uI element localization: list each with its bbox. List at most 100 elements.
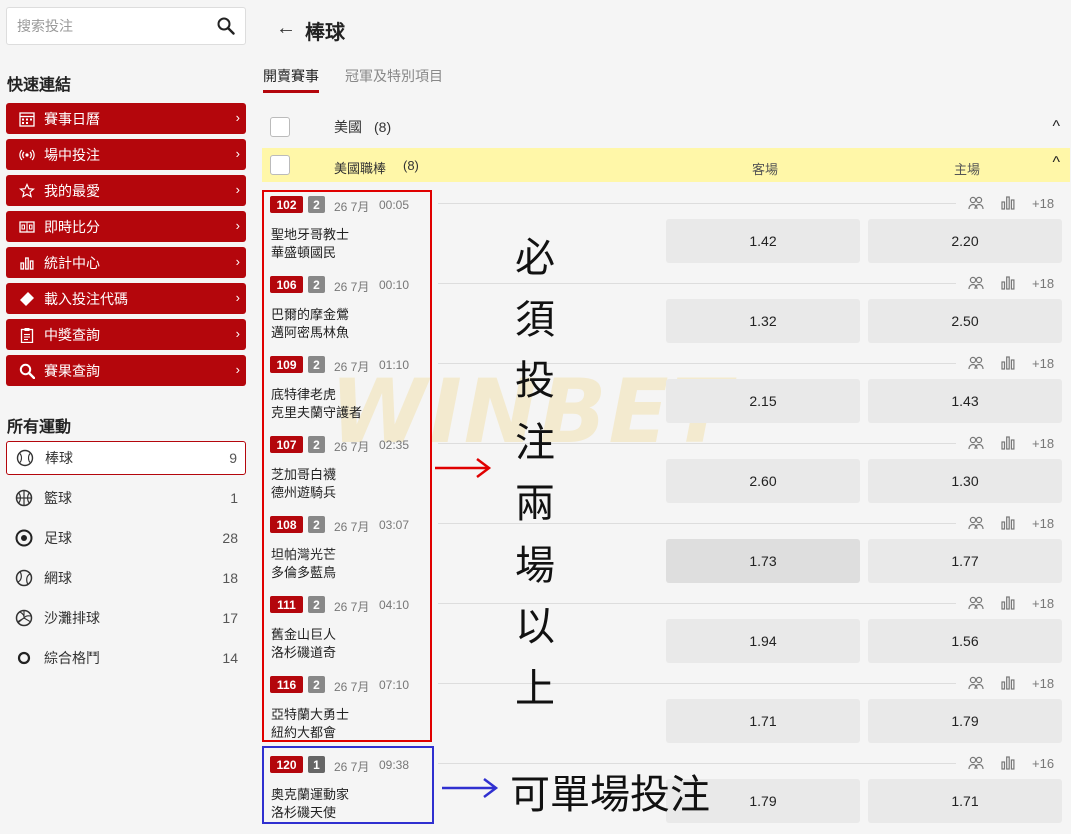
more-markets-link[interactable]: +18 — [1032, 196, 1054, 211]
home-odds-button[interactable]: 1.77 — [868, 539, 1062, 583]
scoreboard-icon — [18, 218, 36, 236]
stats-icon[interactable] — [1001, 516, 1015, 530]
stats-icon[interactable] — [1001, 196, 1015, 210]
baseball-icon — [15, 448, 35, 468]
league-checkbox[interactable] — [270, 155, 290, 175]
quick-link-prize-check[interactable]: 中獎查詢 › — [6, 319, 246, 350]
home-odds-button[interactable]: 2.20 — [868, 219, 1062, 263]
home-odds-button[interactable]: 1.30 — [868, 459, 1062, 503]
sport-item-soccer[interactable]: 足球 28 — [6, 521, 246, 555]
stats-icon[interactable] — [1001, 356, 1015, 370]
quick-link-betcode[interactable]: 載入投注代碼 › — [6, 283, 246, 314]
lineup-icon[interactable] — [968, 276, 984, 290]
lineup-icon[interactable] — [968, 356, 984, 370]
region-row[interactable]: 美國 (8) ^ — [262, 110, 1070, 144]
region-checkbox[interactable] — [270, 117, 290, 137]
away-odds-button[interactable]: 2.15 — [666, 379, 860, 423]
single-bet-note: 可單場投注 — [510, 772, 710, 818]
sport-count: 28 — [222, 530, 238, 546]
sport-label: 沙灘排球 — [44, 610, 100, 626]
home-odds-button[interactable]: 1.79 — [868, 699, 1062, 743]
home-odds-button[interactable]: 1.43 — [868, 379, 1062, 423]
away-odds-button[interactable]: 1.71 — [666, 699, 860, 743]
more-markets-link[interactable]: +16 — [1032, 756, 1054, 771]
more-markets-link[interactable]: +18 — [1032, 676, 1054, 691]
lineup-icon[interactable] — [968, 436, 984, 450]
clipboard-icon — [18, 326, 36, 344]
chevron-up-icon[interactable]: ^ — [1052, 118, 1060, 136]
search-bar[interactable] — [6, 7, 246, 45]
sport-label: 棒球 — [45, 450, 73, 466]
more-markets-link[interactable]: +18 — [1032, 596, 1054, 611]
chevron-right-icon: › — [235, 218, 240, 233]
search-input[interactable] — [17, 18, 217, 34]
quick-link-label: 載入投注代碼 — [44, 290, 128, 307]
away-odds-button[interactable]: 1.94 — [666, 619, 860, 663]
home-odds-button[interactable]: 1.56 — [868, 619, 1062, 663]
quick-link-label: 賽果查詢 — [44, 362, 100, 379]
quick-link-results[interactable]: 賽果查詢 › — [6, 355, 246, 386]
quick-link-favorites[interactable]: 我的最愛 › — [6, 175, 246, 206]
multi-bet-note-char: 上 — [515, 665, 555, 712]
all-sports-title: 所有運動 — [7, 419, 72, 436]
sport-count: 1 — [230, 490, 238, 506]
quick-link-calendar[interactable]: 賽事日曆 › — [6, 103, 246, 134]
stats-icon[interactable] — [1001, 276, 1015, 290]
quick-link-live[interactable]: 場中投注 › — [6, 139, 246, 170]
away-odds-button[interactable]: 1.73 — [666, 539, 860, 583]
quick-link-label: 場中投注 — [44, 146, 100, 163]
multi-bet-highlight-box — [262, 190, 432, 742]
ticket-icon — [18, 290, 36, 308]
away-column-header: 客場 — [752, 162, 779, 177]
league-count: (8) — [403, 158, 419, 173]
basketball-icon — [14, 488, 34, 508]
tab-open-events[interactable]: 開賣賽事 — [263, 66, 319, 93]
quick-link-label: 我的最愛 — [44, 182, 100, 199]
more-markets-link[interactable]: +18 — [1032, 356, 1054, 371]
league-row[interactable]: 美國職棒 (8) 客場 主場 ^ — [262, 148, 1070, 182]
lineup-icon[interactable] — [968, 516, 984, 530]
stats-icon[interactable] — [1001, 436, 1015, 450]
stats-icon[interactable] — [1001, 756, 1015, 770]
more-markets-link[interactable]: +18 — [1032, 516, 1054, 531]
sport-item-tennis[interactable]: 網球 18 — [6, 561, 246, 595]
arrow-left-icon[interactable]: ← — [276, 17, 296, 40]
sport-item-beach-volleyball[interactable]: 沙灘排球 17 — [6, 601, 246, 635]
lineup-icon[interactable] — [968, 596, 984, 610]
region-count: (8) — [374, 119, 392, 135]
away-odds-button[interactable]: 1.32 — [666, 299, 860, 343]
league-label: 美國職棒 — [334, 161, 387, 176]
sport-item-mma[interactable]: 綜合格鬥 14 — [6, 641, 246, 675]
stats-icon[interactable] — [1001, 596, 1015, 610]
lineup-icon[interactable] — [968, 756, 984, 770]
tennis-icon — [14, 568, 34, 588]
chevron-right-icon: › — [235, 254, 240, 269]
sport-label: 足球 — [44, 530, 72, 546]
more-markets-link[interactable]: +18 — [1032, 436, 1054, 451]
quick-link-livescore[interactable]: 即時比分 › — [6, 211, 246, 242]
stats-icon[interactable] — [1001, 676, 1015, 690]
lineup-icon[interactable] — [968, 676, 984, 690]
sport-label: 網球 — [44, 570, 72, 586]
home-odds-button[interactable]: 2.50 — [868, 299, 1062, 343]
lineup-icon[interactable] — [968, 196, 984, 210]
chevron-up-icon[interactable]: ^ — [1052, 154, 1060, 172]
more-markets-link[interactable]: +18 — [1032, 276, 1054, 291]
single-bet-highlight-box — [262, 746, 434, 824]
search-icon — [18, 362, 36, 380]
quick-link-label: 即時比分 — [44, 218, 100, 235]
red-arrow — [435, 458, 492, 478]
away-odds-button[interactable]: 1.42 — [666, 219, 860, 263]
away-odds-button[interactable]: 2.60 — [666, 459, 860, 503]
chevron-right-icon: › — [235, 146, 240, 161]
home-odds-button[interactable]: 1.71 — [868, 779, 1062, 823]
tab-outrights[interactable]: 冠軍及特別項目 — [345, 66, 443, 86]
quick-link-stats[interactable]: 統計中心 › — [6, 247, 246, 278]
multi-bet-note: 必須投注兩場以上 — [510, 228, 560, 720]
sport-count: 18 — [222, 570, 238, 586]
home-column-header: 主場 — [954, 162, 981, 177]
search-icon[interactable] — [217, 17, 235, 35]
sport-item-baseball[interactable]: 棒球 9 — [6, 441, 246, 475]
sport-item-basketball[interactable]: 籃球 1 — [6, 481, 246, 515]
sport-count: 17 — [222, 610, 238, 626]
